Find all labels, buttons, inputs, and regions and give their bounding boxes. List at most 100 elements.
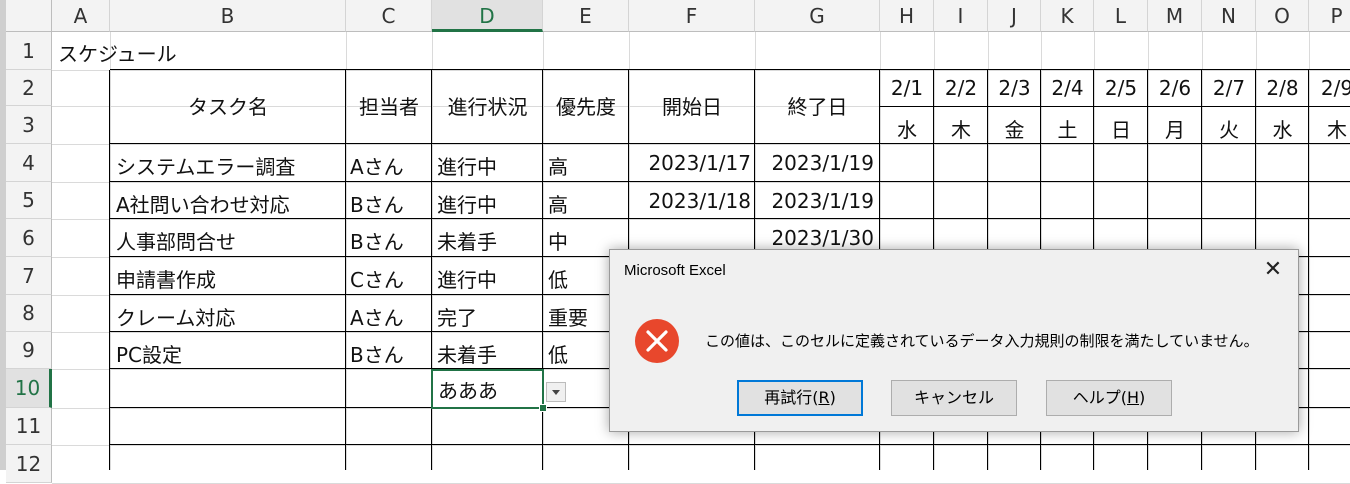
column-header-l[interactable]: L bbox=[1094, 0, 1148, 32]
close-icon[interactable]: ✕ bbox=[1258, 256, 1288, 284]
column-header-o[interactable]: O bbox=[1256, 0, 1309, 32]
dialog-message: この値は、このセルに定義されているデータ入力規則の制限を満たしていません。 bbox=[705, 332, 1259, 350]
column-header-n[interactable]: N bbox=[1202, 0, 1256, 32]
date-cell[interactable]: 2/8 bbox=[1256, 76, 1309, 100]
task-priority-cell[interactable]: 低 bbox=[548, 264, 568, 293]
task-priority-cell[interactable]: 高 bbox=[548, 189, 568, 218]
header-end-date[interactable]: 終了日 bbox=[755, 91, 880, 120]
task-task-cell[interactable]: 人事部問合せ bbox=[116, 226, 236, 255]
column-header-f[interactable]: F bbox=[629, 0, 755, 32]
row-header-9[interactable]: 9 bbox=[6, 332, 52, 369]
date-cell[interactable]: 2/4 bbox=[1041, 76, 1094, 100]
task-task-cell[interactable]: クレーム対応 bbox=[116, 302, 235, 331]
header-status[interactable]: 進行状況 bbox=[432, 91, 543, 120]
weekday-cell[interactable]: 水 bbox=[880, 114, 934, 143]
title-cell[interactable]: スケジュール bbox=[58, 38, 177, 67]
dropdown-arrow-icon[interactable] bbox=[546, 382, 566, 402]
spreadsheet: ABCDEFGHIJKLMNOP 1 2 3 4 5 6 7 8 9 10 11 12 スケジュール … bbox=[0, 0, 1350, 484]
header-priority[interactable]: 優先度 bbox=[543, 91, 629, 120]
retry-access-key: R bbox=[818, 388, 830, 407]
column-header-a[interactable]: A bbox=[52, 0, 110, 32]
task-priority-cell[interactable]: 中 bbox=[548, 226, 568, 255]
task-status-cell[interactable]: 未着手 bbox=[437, 226, 497, 255]
task-owner-cell[interactable]: Bさん bbox=[350, 226, 404, 255]
task-task-cell[interactable]: 申請書作成 bbox=[116, 264, 216, 293]
task-priority-cell[interactable]: 高 bbox=[548, 151, 568, 180]
weekday-cell[interactable]: 火 bbox=[1202, 114, 1256, 143]
weekday-cell[interactable]: 木 bbox=[934, 114, 988, 143]
gridline-horizontal bbox=[52, 182, 1350, 183]
column-header-p[interactable]: P bbox=[1309, 0, 1350, 32]
column-header-k[interactable]: K bbox=[1041, 0, 1094, 32]
column-header-i[interactable]: I bbox=[934, 0, 988, 32]
weekday-cell[interactable]: 土 bbox=[1041, 114, 1094, 143]
date-cell[interactable]: 2/2 bbox=[934, 76, 988, 100]
task-task-cell[interactable]: A社問い合わせ対応 bbox=[116, 189, 290, 218]
task-status-cell[interactable]: 進行中 bbox=[437, 151, 497, 180]
task-end-cell[interactable]: 2023/1/19 bbox=[755, 189, 878, 213]
column-header-b[interactable]: B bbox=[110, 0, 346, 32]
column-header-h[interactable]: H bbox=[880, 0, 934, 32]
task-start-cell[interactable]: 2023/1/18 bbox=[629, 189, 755, 213]
help-access-key: H bbox=[1126, 388, 1140, 407]
retry-button[interactable]: 再試行(R) bbox=[737, 380, 863, 416]
weekday-cell[interactable]: 月 bbox=[1148, 114, 1202, 143]
fill-handle[interactable] bbox=[539, 404, 547, 412]
task-owner-cell[interactable]: Cさん bbox=[350, 264, 404, 293]
header-start-date[interactable]: 開始日 bbox=[629, 91, 755, 120]
row-header-2[interactable]: 2 bbox=[6, 70, 52, 106]
help-button[interactable]: ヘルプ(H) bbox=[1046, 380, 1172, 416]
row-header-11[interactable]: 11 bbox=[6, 408, 52, 445]
select-all-corner[interactable] bbox=[6, 0, 52, 32]
task-owner-cell[interactable]: Aさん bbox=[350, 302, 404, 331]
date-cell[interactable]: 2/3 bbox=[988, 76, 1041, 100]
weekday-cell[interactable]: 木 bbox=[1309, 114, 1350, 143]
task-status-cell[interactable]: 未着手 bbox=[437, 339, 497, 368]
task-task-cell[interactable]: PC設定 bbox=[116, 339, 182, 368]
retry-paren: ) bbox=[829, 388, 836, 407]
task-end-cell[interactable]: 2023/1/30 bbox=[755, 226, 878, 250]
row-header-3[interactable]: 3 bbox=[6, 106, 52, 144]
row-header-10[interactable]: 10 bbox=[6, 369, 52, 408]
row-header-8[interactable]: 8 bbox=[6, 295, 52, 332]
table-border bbox=[110, 218, 1350, 219]
task-owner-cell[interactable]: Bさん bbox=[350, 189, 404, 218]
task-status-cell[interactable]: 完了 bbox=[437, 302, 477, 331]
column-header-j[interactable]: J bbox=[988, 0, 1041, 32]
task-task-cell[interactable]: システムエラー調査 bbox=[116, 151, 295, 180]
date-cell[interactable]: 2/6 bbox=[1148, 76, 1202, 100]
date-cell[interactable]: 2/1 bbox=[880, 76, 934, 100]
weekday-cell[interactable]: 金 bbox=[988, 114, 1041, 143]
header-task[interactable]: タスク名 bbox=[110, 91, 346, 120]
weekday-cell[interactable]: 水 bbox=[1256, 114, 1309, 143]
date-cell[interactable]: 2/5 bbox=[1094, 76, 1148, 100]
task-status-cell[interactable]: 進行中 bbox=[437, 189, 497, 218]
task-status-cell[interactable]: 進行中 bbox=[437, 264, 497, 293]
help-paren: ) bbox=[1139, 388, 1146, 407]
task-owner-cell[interactable]: Bさん bbox=[350, 339, 404, 368]
task-owner-cell[interactable]: Aさん bbox=[350, 151, 404, 180]
task-priority-cell[interactable]: 重要 bbox=[548, 302, 588, 331]
cancel-button[interactable]: キャンセル bbox=[891, 380, 1017, 416]
date-cell[interactable]: 2/9 bbox=[1309, 76, 1350, 100]
column-header-e[interactable]: E bbox=[543, 0, 629, 32]
row-header-7[interactable]: 7 bbox=[6, 257, 52, 295]
task-priority-cell[interactable]: 低 bbox=[548, 339, 568, 368]
row-header-6[interactable]: 6 bbox=[6, 219, 52, 257]
row-header-5[interactable]: 5 bbox=[6, 182, 52, 219]
column-header-d[interactable]: D bbox=[432, 0, 543, 32]
header-owner[interactable]: 担当者 bbox=[346, 91, 432, 120]
task-start-cell[interactable]: 2023/1/17 bbox=[629, 151, 755, 175]
row-header-12[interactable]: 12 bbox=[6, 445, 52, 483]
column-header-c[interactable]: C bbox=[346, 0, 432, 32]
date-cell[interactable]: 2/7 bbox=[1202, 76, 1256, 100]
column-header-m[interactable]: M bbox=[1148, 0, 1202, 32]
error-icon bbox=[635, 319, 679, 363]
weekday-cell[interactable]: 日 bbox=[1094, 114, 1148, 143]
task-end-cell[interactable]: 2023/1/19 bbox=[755, 151, 878, 175]
row-header-1[interactable]: 1 bbox=[6, 32, 52, 70]
table-border bbox=[110, 143, 1350, 144]
gridline-horizontal bbox=[52, 70, 1350, 71]
row-header-4[interactable]: 4 bbox=[6, 144, 52, 182]
column-header-g[interactable]: G bbox=[755, 0, 880, 32]
